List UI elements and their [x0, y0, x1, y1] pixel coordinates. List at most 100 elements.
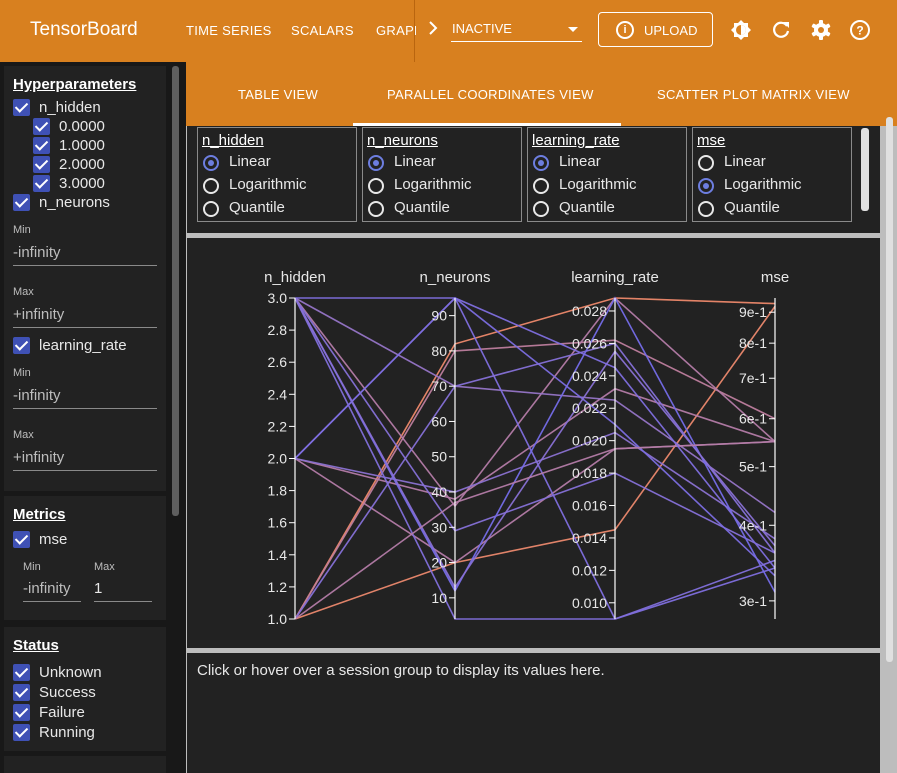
tab-time-series[interactable]: TIME SERIES — [186, 23, 272, 38]
radio-linear[interactable] — [203, 155, 219, 171]
radio-logarithmic[interactable] — [698, 178, 714, 194]
refresh-icon[interactable] — [770, 19, 792, 41]
axis-tick-label: 7e-1 — [739, 370, 767, 386]
status-success-label: Success — [39, 684, 96, 701]
mse-max-input[interactable]: 1 — [94, 580, 152, 602]
axis-tick-label: 10 — [431, 590, 447, 606]
scale-box-learning-rate: learning_rate Linear Logarithmic Quantil… — [527, 127, 687, 222]
radio-label: Quantile — [394, 199, 450, 216]
n-hidden-value-checkbox[interactable] — [33, 118, 50, 135]
status-failure-label: Failure — [39, 704, 85, 721]
help-icon[interactable]: ? — [849, 19, 871, 41]
axis-tick-label: 60 — [431, 413, 447, 429]
tab-table-view[interactable]: TABLE VIEW — [238, 87, 318, 102]
status-running-label: Running — [39, 724, 95, 741]
n-hidden-value-label: 2.0000 — [59, 156, 105, 173]
svg-text:?: ? — [856, 24, 863, 38]
mse-checkbox[interactable] — [13, 531, 30, 548]
radio-quantile[interactable] — [203, 201, 219, 217]
axis-tick-label: 6e-1 — [739, 411, 767, 427]
app-title[interactable]: TensorBoard — [30, 19, 138, 41]
axis-tick-label: 50 — [431, 449, 447, 465]
axis-learning-rate[interactable]: 0.010 0.012 0.014 0.016 0.018 0.020 0.022 0.024… — [571, 269, 659, 619]
axis-tick-label: 1.8 — [268, 483, 288, 499]
inactive-plugins-select[interactable]: INACTIVE — [451, 14, 582, 42]
mse-min-input[interactable]: -infinity — [23, 580, 81, 602]
brightness-icon[interactable] — [730, 19, 752, 41]
session-line[interactable] — [294, 339, 776, 620]
n-neurons-checkbox[interactable] — [13, 194, 30, 211]
radio-linear[interactable] — [368, 155, 384, 171]
status-success-checkbox[interactable] — [13, 684, 30, 701]
radio-label: Linear — [559, 153, 601, 170]
axis-tick-label: 0.020 — [572, 433, 607, 449]
hyperparameters-section: Hyperparameters n_hidden 0.0000 1.0000 2… — [4, 66, 166, 491]
hyperparameters-title: Hyperparameters — [13, 76, 137, 93]
learning-rate-max-value: +infinity — [13, 449, 65, 466]
session-line[interactable] — [294, 431, 776, 540]
sidebar-scrollbar[interactable] — [172, 66, 179, 516]
status-unknown-checkbox[interactable] — [13, 664, 30, 681]
axis-tick-label: 0.022 — [572, 400, 607, 416]
radio-logarithmic[interactable] — [203, 178, 219, 194]
radio-linear[interactable] — [698, 155, 714, 171]
axis-n-hidden[interactable]: 1.0 1.2 1.4 1.6 1.8 2.0 2.2 2.4 2.6 2.8 3.0 n_hidde… — [264, 269, 326, 627]
session-line[interactable] — [294, 296, 776, 577]
radio-linear[interactable] — [533, 155, 549, 171]
main-scrollbar[interactable] — [886, 117, 893, 662]
chevron-right-icon[interactable] — [428, 20, 438, 41]
n-neurons-max-input[interactable]: +infinity — [13, 306, 157, 328]
tab-parallel-coordinates-view[interactable]: PARALLEL COORDINATES VIEW — [387, 87, 594, 102]
axis-tick-label: 0.016 — [572, 498, 607, 514]
session-info-panel: Click or hover over a session group to d… — [187, 653, 880, 773]
radio-logarithmic[interactable] — [368, 178, 384, 194]
learning-rate-min-value: -infinity — [13, 387, 61, 404]
mse-max-label: Max — [94, 561, 115, 573]
scale-panel-scrollbar[interactable] — [861, 128, 869, 211]
tab-graphs[interactable]: GRAPHS — [376, 23, 416, 38]
status-failure-checkbox[interactable] — [13, 704, 30, 721]
n-neurons-max-value: +infinity — [13, 306, 65, 323]
n-neurons-min-input[interactable]: -infinity — [13, 244, 157, 266]
axis-tick-label: 8e-1 — [739, 335, 767, 351]
n-hidden-checkbox[interactable] — [13, 99, 30, 116]
status-unknown-label: Unknown — [39, 664, 102, 681]
gear-icon[interactable] — [810, 19, 832, 41]
session-line[interactable] — [294, 297, 776, 514]
status-running-checkbox[interactable] — [13, 724, 30, 741]
learning-rate-max-input[interactable]: +infinity — [13, 449, 157, 471]
axis-tick-label: 80 — [431, 343, 447, 359]
mse-max-value: 1 — [94, 580, 103, 597]
axis-tick-label: 4e-1 — [739, 517, 767, 533]
upload-button[interactable]: i UPLOAD — [598, 12, 713, 47]
n-neurons-min-label: Min — [13, 224, 31, 236]
n-hidden-value-checkbox[interactable] — [33, 175, 50, 192]
radio-quantile[interactable] — [698, 201, 714, 217]
n-hidden-value-checkbox[interactable] — [33, 156, 50, 173]
mse-min-label: Min — [23, 561, 41, 573]
axis-tick-label: 1.6 — [268, 515, 288, 531]
axis-tick-label: 0.026 — [572, 335, 607, 351]
radio-label: Quantile — [724, 199, 780, 216]
radio-label: Linear — [724, 153, 766, 170]
sidebar: Hyperparameters n_hidden 0.0000 1.0000 2… — [0, 62, 186, 773]
radio-logarithmic[interactable] — [533, 178, 549, 194]
session-line[interactable] — [294, 342, 776, 620]
radio-label: Logarithmic — [724, 176, 802, 193]
tab-scatter-plot-matrix-view[interactable]: SCATTER PLOT MATRIX VIEW — [657, 87, 850, 102]
radio-label: Linear — [229, 153, 271, 170]
status-title: Status — [13, 637, 59, 654]
chevron-down-icon — [568, 27, 578, 32]
mse-min-value: -infinity — [23, 580, 71, 597]
parallel-coordinates-chart[interactable]: 1.0 1.2 1.4 1.6 1.8 2.0 2.2 2.4 2.6 2.8 3.0 n_hidde… — [187, 238, 880, 648]
session-lines — [294, 296, 776, 620]
radio-quantile[interactable] — [368, 201, 384, 217]
scale-title: mse — [697, 132, 726, 149]
axis-title: learning_rate — [571, 269, 659, 286]
tab-scalars[interactable]: SCALARS — [291, 23, 354, 38]
learning-rate-min-input[interactable]: -infinity — [13, 387, 157, 409]
axis-n-neurons[interactable]: 10 20 30 40 50 60 70 80 90 n_neurons — [420, 269, 491, 619]
radio-quantile[interactable] — [533, 201, 549, 217]
learning-rate-checkbox[interactable] — [13, 337, 30, 354]
n-hidden-value-checkbox[interactable] — [33, 137, 50, 154]
